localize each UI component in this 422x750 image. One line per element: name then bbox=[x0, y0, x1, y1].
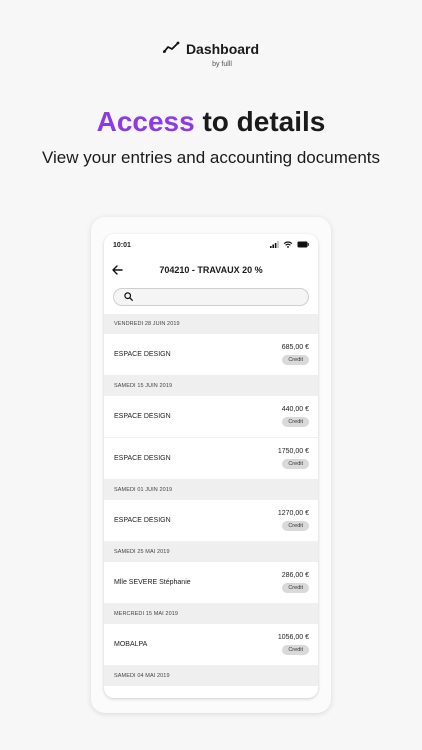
entry-amount: 440,00 € bbox=[281, 406, 309, 413]
entry-row[interactable]: ESPACE DESIGN 1750,00 € Credit bbox=[104, 438, 318, 480]
headline-accent: Access bbox=[96, 106, 195, 137]
entry-values: 1270,00 € Credit bbox=[278, 510, 309, 531]
entry-amount: 1270,00 € bbox=[277, 510, 309, 517]
entry-values: 1750,00 € Credit bbox=[278, 448, 309, 469]
search-input[interactable] bbox=[137, 292, 291, 302]
entries-list: VENDREDI 28 JUIN 2019 ESPACE DESIGN 685,00… bbox=[104, 314, 318, 686]
credit-badge: Credit bbox=[282, 459, 309, 469]
entry-name: ESPACE DESIGN bbox=[114, 517, 171, 524]
entry-amount: 1056,00 € bbox=[277, 634, 309, 641]
entry-name: ESPACE DESIGN bbox=[114, 455, 171, 462]
date-header: SAMEDI 25 MAI 2019 bbox=[104, 542, 318, 562]
status-icons bbox=[270, 240, 309, 250]
brand-subtitle: by fulll bbox=[212, 61, 232, 68]
phone-screen: 10:01 704210 - TRAVAUX 20 % VENDREDI 28 … bbox=[104, 234, 318, 698]
credit-badge: Credit bbox=[282, 583, 309, 593]
entry-name: MOBALPA bbox=[114, 641, 148, 648]
signal-icon bbox=[270, 240, 279, 250]
wifi-icon bbox=[283, 240, 293, 250]
brand-row: Dashboard bbox=[163, 40, 259, 58]
entry-values: 1056,00 € Credit bbox=[278, 634, 309, 655]
entry-amount: 685,00 € bbox=[281, 344, 309, 351]
entry-row[interactable]: ESPACE DESIGN 1270,00 € Credit bbox=[104, 500, 318, 542]
app-bar: 704210 - TRAVAUX 20 % bbox=[104, 256, 318, 284]
entry-row[interactable]: MOBALPA 1056,00 € Credit bbox=[104, 624, 318, 666]
date-header: VENDREDI 28 JUIN 2019 bbox=[104, 314, 318, 334]
entry-name: Mlle SEVERE Stéphanie bbox=[114, 579, 191, 586]
trend-line-icon bbox=[163, 40, 180, 58]
entry-row[interactable]: ESPACE DESIGN 685,00 € Credit bbox=[104, 334, 318, 376]
search-icon bbox=[124, 288, 133, 306]
entry-values: 685,00 € Credit bbox=[282, 344, 309, 365]
entry-row[interactable]: Mlle SEVERE Stéphanie 286,00 € Credit bbox=[104, 562, 318, 604]
credit-badge: Credit bbox=[282, 417, 309, 427]
date-header: SAMEDI 04 MAI 2019 bbox=[104, 666, 318, 686]
device-frame: 10:01 704210 - TRAVAUX 20 % VENDREDI 28 … bbox=[91, 217, 331, 713]
arrow-left-icon[interactable] bbox=[112, 263, 126, 277]
headline: Access to details bbox=[0, 106, 422, 138]
credit-badge: Credit bbox=[282, 355, 309, 365]
credit-badge: Credit bbox=[282, 645, 309, 655]
entry-values: 440,00 € Credit bbox=[282, 406, 309, 427]
headline-rest: to details bbox=[194, 106, 326, 137]
page-title: 704210 - TRAVAUX 20 % bbox=[159, 265, 263, 275]
date-header: MERCREDI 15 MAI 2019 bbox=[104, 604, 318, 624]
status-bar: 10:01 bbox=[104, 234, 318, 256]
brand-title: Dashboard bbox=[185, 41, 260, 57]
entry-values: 286,00 € Credit bbox=[282, 572, 309, 593]
date-header: SAMEDI 01 JUIN 2019 bbox=[104, 480, 318, 500]
entry-amount: 1750,00 € bbox=[277, 448, 309, 455]
date-header: SAMEDI 15 JUIN 2019 bbox=[104, 376, 318, 396]
subheadline: View your entries and accounting documen… bbox=[42, 148, 380, 167]
entry-name: ESPACE DESIGN bbox=[114, 413, 171, 420]
brand-header: Dashboard by fulll bbox=[0, 40, 422, 68]
battery-icon bbox=[297, 241, 309, 250]
entry-row[interactable]: ESPACE DESIGN 440,00 € Credit bbox=[104, 396, 318, 438]
status-time: 10:01 bbox=[113, 241, 131, 249]
credit-badge: Credit bbox=[282, 521, 309, 531]
entry-name: ESPACE DESIGN bbox=[114, 351, 171, 358]
search-bar[interactable] bbox=[113, 288, 309, 306]
entry-amount: 286,00 € bbox=[281, 572, 309, 579]
